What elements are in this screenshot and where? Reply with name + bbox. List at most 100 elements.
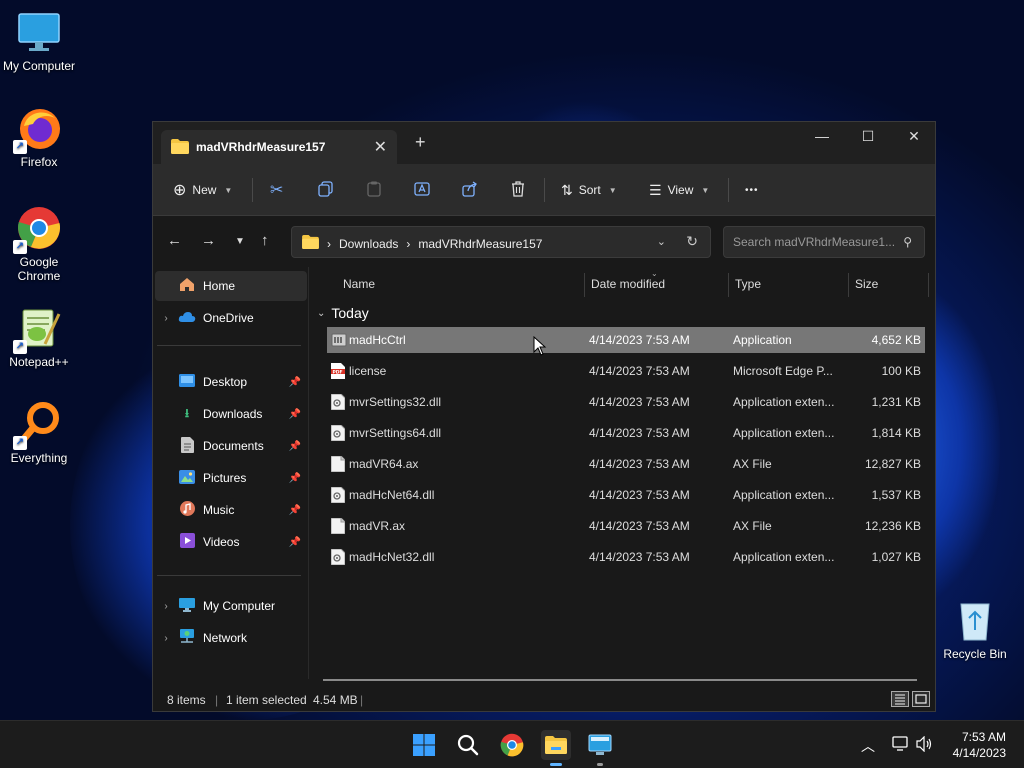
network-status-icon[interactable] [892,736,910,755]
sidebar-item-home[interactable]: Home [155,271,307,301]
address-bar[interactable]: › Downloads › madVRhdrMeasure157 ⌄ ↻ [291,226,711,258]
desktop-folder-icon [177,374,197,390]
desktop-icon-firefox[interactable]: ↗ Firefox [0,104,78,169]
back-arrow-icon[interactable]: ← [167,232,182,249]
expand-chevron-icon[interactable]: › [155,313,177,324]
taskbar-remote-desktop-button[interactable] [585,730,615,766]
taskbar-chrome-button[interactable] [497,730,527,760]
pin-icon[interactable]: 📌 [289,505,301,516]
pin-icon[interactable]: 📌 [289,377,301,388]
refresh-icon[interactable]: ↻ [686,233,698,250]
horizontal-scrollbar[interactable] [323,679,917,681]
file-size: 4,652 KB [871,333,921,347]
sidebar-item-desktop[interactable]: Desktop 📌 [155,367,307,397]
show-hidden-icons-chevron-icon[interactable]: ︿ [861,736,875,756]
sidebar-item-label: Downloads [203,407,263,421]
sidebar-item-label: Pictures [203,471,247,485]
expand-chevron-icon[interactable]: › [155,601,177,612]
expand-chevron-icon[interactable]: › [155,633,177,644]
sort-button[interactable]: ⇅ Sort ▼ [561,178,617,202]
column-divider[interactable] [848,273,849,297]
pin-icon[interactable]: 📌 [289,473,301,484]
search-input[interactable]: Search madVRhdrMeasure1... ⚲ [723,226,925,258]
sidebar-item-my-computer[interactable]: › My Computer [155,591,307,621]
tab-close-icon[interactable]: ✕ [374,137,387,157]
taskbar-file-explorer-button[interactable] [541,730,571,766]
forward-arrow-icon[interactable]: → [201,232,216,249]
column-divider[interactable] [584,273,585,297]
maximize-button[interactable]: ☐ [845,122,891,152]
sidebar-item-network[interactable]: › Network [155,623,307,653]
file-name: mvrSettings32.dll [349,395,442,409]
file-row[interactable]: madHcNet64.dll 4/14/2023 7:53 AM Applicati… [327,482,925,508]
tab-madvrhdrmeasure157[interactable]: madVRhdrMeasure157 ✕ [161,130,397,164]
desktop-icon-label: Google Chrome [17,255,61,283]
start-button[interactable] [409,730,439,760]
recent-locations-chevron-icon[interactable]: ▼ [235,236,245,247]
sidebar-item-pictures[interactable]: Pictures 📌 [155,463,307,493]
view-button[interactable]: ☰ View ▼ [649,178,709,202]
view-lines-icon: ☰ [649,181,662,198]
file-row[interactable]: PDF license 4/14/2023 7:53 AM Microsoft Edg… [327,358,925,384]
more-options-button[interactable]: ••• [745,178,759,202]
clipboard-icon [366,181,382,200]
address-history-chevron-icon[interactable]: ⌄ [657,235,666,248]
sidebar-item-documents[interactable]: Documents 📌 [155,431,307,461]
sidebar-item-music[interactable]: Music 📌 [155,495,307,525]
column-header-type[interactable]: Type [735,267,761,301]
share-button[interactable] [462,178,478,202]
group-header-today[interactable]: ⌄ Today [317,305,369,321]
plus-circle-icon: ⊕ [173,182,187,199]
dll-icon [330,393,346,411]
volume-icon[interactable] [916,735,934,755]
copy-button[interactable] [318,178,334,202]
taskbar-search-button[interactable] [453,730,483,760]
details-view-button[interactable] [891,691,909,707]
pin-icon[interactable]: 📌 [289,409,301,420]
clock-date: 4/14/2023 [952,746,1006,760]
new-tab-button[interactable]: + [415,132,426,153]
file-date-modified: 4/14/2023 7:53 AM [589,426,690,440]
system-clock[interactable]: 7:53 AM 4/14/2023 [953,729,1006,761]
sidebar-item-downloads[interactable]: ⭳ Downloads 📌 [155,399,307,429]
column-divider[interactable] [728,273,729,297]
toolbar-divider [252,178,253,202]
tiles-view-button[interactable] [912,691,930,707]
desktop-icon-label: Recycle Bin [943,647,1007,661]
cut-button[interactable]: ✂ [270,178,283,202]
file-row[interactable]: madHcCtrl 4/14/2023 7:53 AM Application 4,6… [327,327,925,353]
column-header-name[interactable]: Name [343,267,375,301]
file-row[interactable]: madVR64.ax 4/14/2023 7:53 AM AX File 12,827… [327,451,925,477]
collapse-chevron-icon: ⌄ [317,307,326,319]
file-row[interactable]: mvrSettings32.dll 4/14/2023 7:53 AM Applic… [327,389,925,415]
column-divider[interactable] [928,273,929,297]
up-arrow-icon[interactable]: ↑ [261,232,269,249]
breadcrumb-current-folder[interactable]: madVRhdrMeasure157 [418,237,542,251]
file-row[interactable]: madHcNet32.dll 4/14/2023 7:53 AM Applicati… [327,544,925,570]
tiles-view-icon [915,694,927,704]
file-type: Application exten... [733,488,835,502]
delete-button[interactable] [510,178,526,202]
desktop-icon-everything[interactable]: ↗ Everything [0,400,78,465]
column-header-size[interactable]: Size [855,267,878,301]
file-name: madHcCtrl [349,333,406,347]
minimize-button[interactable]: — [799,122,845,152]
close-button[interactable]: ✕ [891,122,935,152]
new-button[interactable]: ⊕ New ▼ [173,178,232,202]
notepad-plus-plus-icon: ↗ [13,304,63,354]
file-name: license [349,364,387,378]
pin-icon[interactable]: 📌 [289,441,301,452]
paste-button[interactable] [366,178,382,202]
rename-button[interactable] [414,178,432,202]
breadcrumb-downloads[interactable]: Downloads [339,237,398,251]
file-row[interactable]: mvrSettings64.dll 4/14/2023 7:53 AM Applic… [327,420,925,446]
file-row[interactable]: madVR.ax 4/14/2023 7:53 AM AX File 12,236 K… [327,513,925,539]
sidebar-item-onedrive[interactable]: › OneDrive [155,303,307,333]
desktop-icon-my-computer[interactable]: My Computer [0,8,78,73]
desktop-icon-recycle-bin[interactable]: Recycle Bin [936,596,1014,661]
sidebar-item-videos[interactable]: Videos 📌 [155,527,307,557]
desktop-icon-notepad-plus-plus[interactable]: ↗ Notepad++ [0,304,78,369]
desktop-icon-google-chrome[interactable]: ↗ Google Chrome [0,204,78,283]
sidebar-item-label: Documents [203,439,264,453]
pin-icon[interactable]: 📌 [289,537,301,548]
